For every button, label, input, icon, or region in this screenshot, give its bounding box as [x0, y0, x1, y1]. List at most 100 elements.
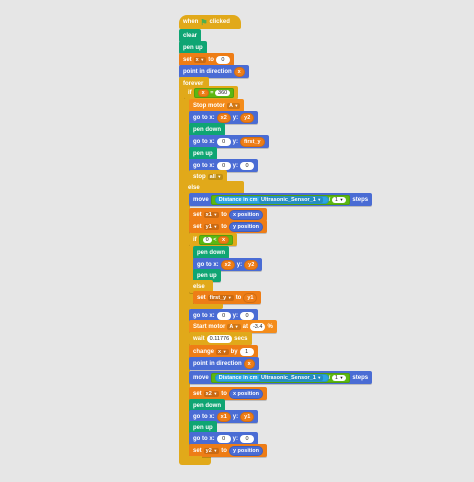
- chevron-down-icon: ▼: [339, 196, 344, 202]
- motor-name: A: [229, 102, 233, 109]
- pen-up-label: pen up: [193, 150, 213, 157]
- to-label: to: [221, 223, 227, 230]
- point-dir-label: point in direction: [193, 360, 242, 367]
- chevron-down-icon: ▼: [222, 348, 227, 354]
- x-input[interactable]: 0: [216, 137, 231, 146]
- x-reporter[interactable]: x: [218, 235, 230, 244]
- x1-reporter[interactable]: x1: [216, 411, 231, 422]
- pen-down-label: pen down: [193, 402, 221, 409]
- chevron-down-icon: ▼: [339, 374, 344, 380]
- y-label: y:: [232, 114, 239, 121]
- when-flag-clicked-hat[interactable]: when ⚑ clicked: [179, 15, 241, 29]
- x2-reporter[interactable]: x2: [216, 112, 231, 123]
- y-label: y:: [232, 138, 239, 145]
- divide-operator[interactable]: Distance in cm Ultrasonic_Sensor_1 ▼ / 1…: [210, 194, 351, 205]
- motor-name: A: [229, 323, 234, 330]
- chevron-down-icon: ▼: [227, 294, 232, 300]
- sensor-dropdown[interactable]: Ultrasonic_Sensor_1 ▼: [259, 196, 324, 203]
- variable-dropdown[interactable]: x2 ▼: [203, 390, 220, 397]
- speed-input[interactable]: -3.4: [249, 322, 266, 331]
- motor-dropdown[interactable]: A ▼: [227, 102, 241, 109]
- chevron-down-icon: ▼: [213, 223, 218, 229]
- x-input[interactable]: 0: [216, 161, 231, 170]
- x-position-reporter[interactable]: x position: [228, 209, 263, 220]
- variable-name: y1: [205, 223, 212, 230]
- if-label: if: [188, 89, 192, 96]
- divisor-input[interactable]: 1 ▼: [331, 196, 347, 203]
- variable-dropdown[interactable]: x ▼: [216, 348, 229, 355]
- value-input[interactable]: 0: [215, 55, 230, 64]
- set-first-y-block[interactable]: set first_y ▼ to y1: [193, 291, 262, 304]
- if-block[interactable]: if x = 360: [184, 86, 239, 99]
- point-dir-label: point in direction: [183, 68, 232, 75]
- go-to-x-label: go to x:: [193, 413, 215, 420]
- sensor-name: Ultrasonic_Sensor_1: [261, 374, 316, 381]
- green-flag-icon: ⚑: [200, 17, 208, 27]
- y-input[interactable]: 0: [240, 434, 255, 443]
- go-to-x-label: go to x:: [193, 162, 215, 169]
- value-input[interactable]: 360: [215, 89, 231, 96]
- set-label: set: [193, 390, 202, 397]
- stop-dropdown[interactable]: all ▼: [207, 173, 224, 180]
- stop-option: all: [209, 173, 216, 180]
- chevron-down-icon: ▼: [200, 56, 205, 62]
- y-position-reporter[interactable]: y position: [228, 221, 263, 232]
- variable-dropdown[interactable]: x1 ▼: [203, 211, 220, 218]
- y2-reporter[interactable]: y2: [244, 259, 259, 270]
- y1-reporter[interactable]: y1: [240, 411, 255, 422]
- value-input[interactable]: 0: [202, 236, 212, 243]
- wait-input[interactable]: 0.11776: [206, 334, 233, 343]
- x-reporter[interactable]: x: [233, 66, 245, 77]
- first-y-reporter[interactable]: first_y: [240, 136, 265, 147]
- x-position-reporter[interactable]: x position: [228, 388, 263, 399]
- to-label: to: [221, 211, 227, 218]
- hat-clicked-label: clicked: [209, 19, 230, 25]
- chevron-down-icon: ▼: [317, 374, 322, 380]
- x-reporter[interactable]: x: [197, 88, 209, 97]
- div-label: /: [328, 196, 331, 203]
- wait-label: wait: [193, 335, 205, 342]
- divisor-value: 1: [334, 196, 338, 203]
- x-input[interactable]: 0: [216, 311, 231, 320]
- y-input[interactable]: 0: [240, 161, 255, 170]
- distance-label: Distance in cm: [218, 374, 258, 381]
- y-input[interactable]: 0: [240, 311, 255, 320]
- move-steps-block[interactable]: move Distance in cm Ultrasonic_Sensor_1 …: [189, 193, 373, 206]
- variable-name: y2: [205, 447, 212, 454]
- sensor-dropdown[interactable]: Ultrasonic_Sensor_1 ▼: [259, 374, 324, 381]
- point-in-direction-block[interactable]: point in direction x: [189, 357, 259, 370]
- variable-name: first_y: [209, 294, 227, 301]
- chevron-down-icon: ▼: [213, 390, 218, 396]
- if-block[interactable]: if 0 < x: [189, 233, 238, 246]
- lt-label: <: [213, 236, 217, 243]
- chevron-down-icon: ▼: [234, 323, 239, 329]
- x-input[interactable]: 0: [216, 434, 231, 443]
- divide-operator[interactable]: Distance in cm Ultrasonic_Sensor_1 ▼ / 1…: [210, 372, 351, 383]
- less-than-operator[interactable]: 0 < x: [198, 234, 234, 245]
- eq-label: =: [210, 89, 214, 96]
- variable-name: x2: [205, 390, 212, 397]
- move-steps-block[interactable]: move Distance in cm Ultrasonic_Sensor_1 …: [189, 371, 373, 384]
- equals-operator[interactable]: x = 360: [193, 87, 235, 98]
- variable-dropdown[interactable]: y1 ▼: [203, 223, 220, 230]
- else-label: else: [188, 184, 200, 191]
- divisor-input[interactable]: 1 ▼: [331, 374, 347, 381]
- to-label: to: [221, 390, 227, 397]
- set-y1-block[interactable]: set y1 ▼ to y position: [189, 220, 267, 233]
- variable-dropdown[interactable]: first_y ▼: [207, 294, 234, 301]
- y2-reporter[interactable]: y2: [240, 112, 255, 123]
- pen-up-label: pen up: [193, 424, 213, 431]
- variable-dropdown[interactable]: x ▼: [193, 56, 207, 63]
- y1-reporter[interactable]: y1: [243, 292, 258, 303]
- distance-reporter[interactable]: Distance in cm Ultrasonic_Sensor_1 ▼: [214, 373, 329, 382]
- value-input[interactable]: 1: [239, 347, 254, 356]
- distance-reporter[interactable]: Distance in cm Ultrasonic_Sensor_1 ▼: [214, 195, 329, 204]
- motor-dropdown[interactable]: A ▼: [227, 323, 241, 330]
- x-reporter[interactable]: x: [243, 358, 255, 369]
- variable-dropdown[interactable]: y2 ▼: [203, 447, 220, 454]
- wait-block[interactable]: wait 0.11776 secs: [189, 332, 252, 345]
- clear-label: clear: [183, 32, 198, 39]
- y-label: y:: [232, 312, 239, 319]
- x2-reporter[interactable]: x2: [220, 259, 235, 270]
- y-position-reporter[interactable]: y position: [228, 445, 263, 456]
